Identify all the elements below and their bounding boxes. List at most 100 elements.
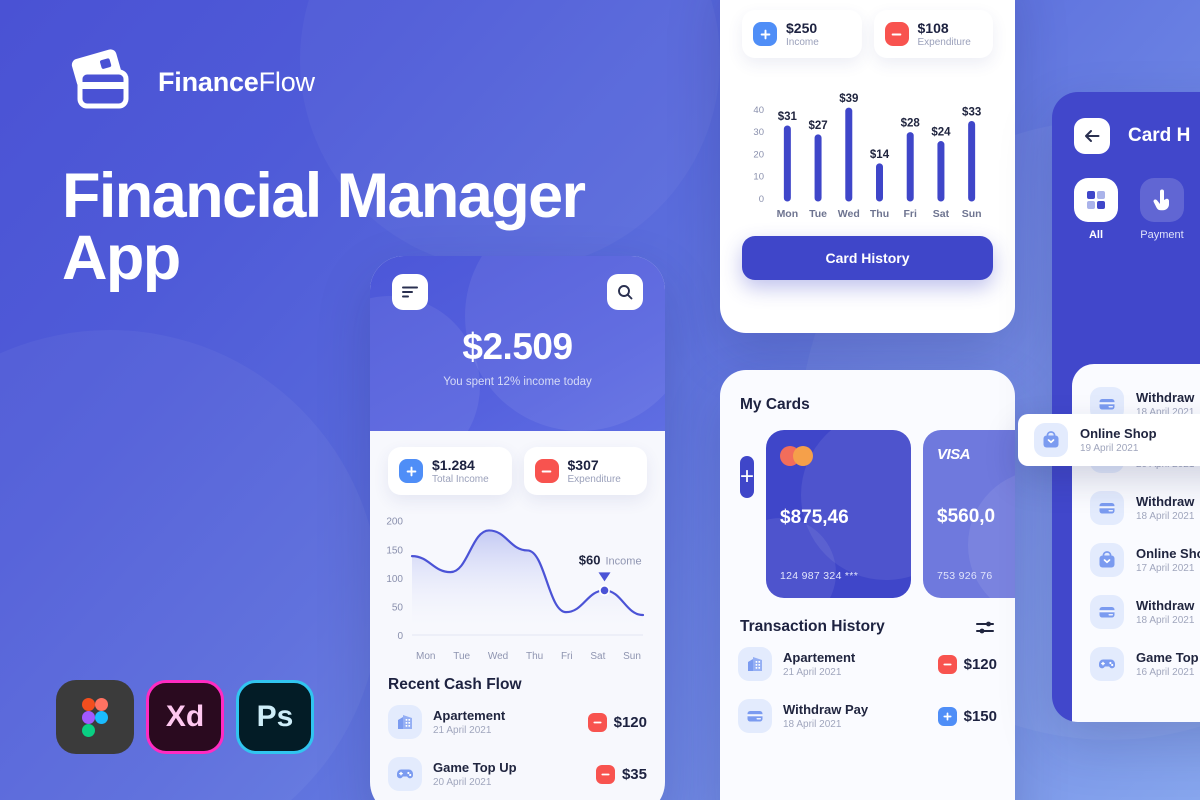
transaction-row[interactable]: Apartement 21 April 2021 $120 [738, 638, 997, 690]
stat-expenditure: $307 Expenditure [523, 447, 647, 496]
figma-icon [56, 680, 134, 754]
transaction-row[interactable]: Game Top Up 20 April 2021 $35 [388, 748, 647, 800]
grid-icon [1074, 178, 1118, 222]
svg-text:0: 0 [397, 631, 403, 642]
tab-label: All [1088, 229, 1104, 241]
brand-name: FinanceFlow [158, 67, 315, 98]
transaction-name: Apartement [433, 708, 506, 724]
filter-sliders-icon[interactable] [976, 620, 995, 635]
transaction-date: 18 April 2021 [783, 719, 842, 730]
card-stats-panel: $250 Income $108 Expenditure 0 10 20 30 40 $3… [720, 0, 1015, 333]
home-screen-phone: $2.509 You spent 12% income today $1.284… [370, 256, 665, 800]
add-card-button[interactable]: + [740, 456, 755, 498]
transaction-row[interactable]: Apartement 21 April 2021 $120 [388, 696, 647, 748]
area-chart-day-label: Wed [487, 651, 509, 663]
phone-topbar [370, 256, 665, 310]
transaction-amount-value: $150 [963, 707, 997, 725]
transaction-name: Withdraw Pay [783, 702, 869, 717]
hero-section: FinanceFlow Financial Manager App [62, 42, 682, 289]
brand-name-light: Flow [258, 66, 315, 97]
brand-name-bold: Finance [158, 66, 259, 97]
tab-all[interactable]: All [1074, 178, 1118, 241]
svg-text:$27: $27 [808, 120, 827, 132]
transaction-row[interactable]: Withdraw Pay 18 April 2021 $150 [738, 690, 997, 742]
gamepad-icon [1090, 647, 1124, 681]
svg-text:Wed: Wed [838, 208, 860, 220]
tap-hand-icon [1140, 178, 1184, 222]
card-history-button[interactable]: Card History [742, 236, 993, 281]
card-stats-row: $250 Income $108 Expenditure [742, 10, 993, 59]
history-row[interactable]: Online Sho 17 April 2021 [1072, 534, 1200, 586]
transaction-history-list: Apartement 21 April 2021 $120 Withdraw Pay 1… [720, 638, 1015, 742]
cards-carousel: + $875,46 124 987 324 *** VISA $560,0 75… [720, 414, 1015, 598]
svg-text:Fri: Fri [904, 208, 918, 220]
transaction-amount: $120 [937, 654, 997, 674]
svg-text:200: 200 [386, 517, 403, 528]
svg-text:Sun: Sun [962, 208, 982, 220]
svg-text:$60: $60 [579, 553, 601, 568]
shopping-bag-icon [1090, 543, 1124, 577]
svg-text:Mon: Mon [777, 208, 799, 220]
transaction-amount: $35 [595, 764, 647, 784]
tool-badges: Xd Ps [56, 680, 314, 754]
poster-canvas: FinanceFlow Financial Manager App Xd Ps [0, 0, 1200, 800]
search-icon[interactable] [607, 274, 643, 310]
transaction-date: 20 April 2021 [433, 777, 492, 789]
arrow-left-icon[interactable] [1074, 118, 1110, 154]
balance-subtitle: You spent 12% income today [443, 376, 592, 388]
credit-card-visa[interactable]: VISA $560,0 753 926 76 [923, 430, 1015, 598]
stat-label: Total Income [432, 474, 489, 486]
area-chart-day-label: Mon [416, 651, 436, 663]
plus-icon [399, 459, 423, 484]
stat-income: $250 Income [742, 10, 862, 59]
stat-label: Expenditure [917, 37, 971, 49]
transaction-amount-value: $120 [613, 713, 647, 731]
tab-label: Payment [1140, 229, 1184, 241]
hamburger-menu-icon[interactable] [392, 274, 428, 310]
history-item-name: Game Top [1136, 650, 1199, 665]
history-row[interactable]: Game Top 16 April 2021 [1072, 638, 1200, 690]
plus-icon [937, 706, 957, 726]
area-chart-day-label: Sat [590, 651, 606, 663]
stat-label: Expenditure [567, 474, 621, 486]
transaction-amount: $150 [937, 706, 997, 726]
stat-value: $250 [786, 20, 818, 36]
transaction-amount-value: $120 [963, 655, 997, 673]
credit-card-mastercard[interactable]: $875,46 124 987 324 *** [766, 430, 912, 598]
recent-cash-flow-title: Recent Cash Flow [388, 676, 522, 694]
history-item-name: Withdraw [1136, 598, 1195, 613]
svg-text:0: 0 [759, 194, 764, 205]
history-row[interactable]: Withdraw 18 April 2021 [1072, 482, 1200, 534]
tab-payment[interactable]: Payment [1140, 178, 1184, 241]
svg-text:$33: $33 [962, 107, 981, 119]
balance-block: $2.509 You spent 12% income today [370, 326, 665, 388]
highlighted-history-row[interactable]: Online Shop 19 April 2021 [1018, 414, 1200, 466]
card-icon [1090, 491, 1124, 525]
history-row[interactable]: Withdraw 18 April 2021 [1072, 586, 1200, 638]
history-item-date: 17 April 2021 [1136, 563, 1195, 574]
photoshop-icon: Ps [236, 680, 314, 754]
stat-label: Income [786, 37, 819, 49]
stat-value: $307 [567, 457, 599, 473]
my-cards-panel: My Cards + $875,46 124 987 324 *** VISA … [720, 370, 1015, 800]
apartment-icon [738, 647, 772, 681]
card-history-header: Card H [1052, 92, 1200, 154]
svg-text:Sat: Sat [933, 208, 950, 220]
stat-expenditure: $108 Expenditure [873, 10, 993, 59]
gamepad-icon [388, 757, 422, 792]
area-chart-day-label: Thu [525, 651, 544, 663]
visa-logo: VISA [937, 446, 971, 463]
transaction-name: Apartement [783, 650, 856, 665]
transaction-info: Withdraw Pay 18 April 2021 [783, 702, 927, 730]
balance-amount: $2.509 [462, 326, 573, 367]
transaction-name: Game Top Up [433, 760, 517, 776]
recent-cash-flow-list: Apartement 21 April 2021 $120 Game Top Up 20… [370, 696, 665, 800]
transaction-info: Game Top Up 20 April 2021 [433, 760, 585, 788]
phone-header: $2.509 You spent 12% income today [370, 256, 665, 431]
svg-text:$39: $39 [839, 93, 858, 105]
weekly-income-area-chart: 0 50 100 150 200 $60 Income Mon Tue Wed Thu Fri Sa… [370, 495, 665, 662]
card-history-tabs: All Payment [1052, 154, 1200, 241]
area-chart-x-labels: Mon Tue Wed Thu Fri Sat Sun [376, 649, 655, 662]
svg-text:$31: $31 [778, 111, 798, 123]
svg-text:$28: $28 [901, 118, 921, 130]
